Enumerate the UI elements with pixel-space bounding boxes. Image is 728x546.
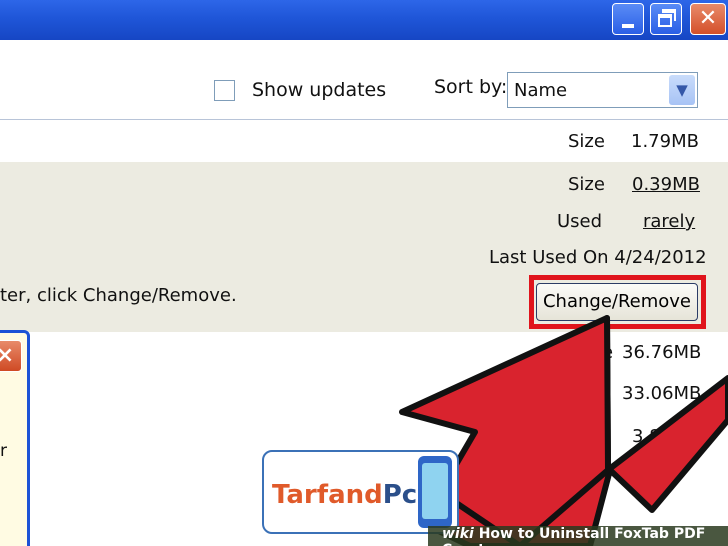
- minimize-icon: [622, 24, 634, 28]
- maximize-button[interactable]: [650, 3, 682, 35]
- selected-size-value[interactable]: 0.39MB: [632, 174, 700, 195]
- logo-text: TarfandPc: [272, 480, 417, 510]
- chevron-down-icon[interactable]: ▼: [669, 75, 695, 105]
- close-icon: ✕: [698, 6, 718, 31]
- caption-title: How to Uninstall FoxTab PDF Creator: [442, 526, 706, 546]
- last-used-text: Last Used On 4/24/2012: [489, 247, 707, 268]
- dialog-text-fragment: r: [0, 441, 7, 461]
- size-label: Size: [568, 131, 605, 152]
- show-updates-label[interactable]: Show updates: [252, 79, 386, 101]
- sort-by-value: Name: [514, 80, 568, 101]
- change-hint-text: ter, click Change/Remove.: [0, 285, 237, 306]
- caption-text: wiki How to Uninstall FoxTab PDF Creator: [442, 526, 728, 546]
- row-size-label-2: ze: [582, 383, 603, 404]
- show-updates-checkbox[interactable]: [214, 80, 235, 101]
- sort-by-label: Sort by:: [434, 76, 508, 98]
- caption-wiki: wiki: [442, 526, 474, 542]
- change-remove-button[interactable]: Change/Remove: [536, 283, 698, 321]
- dialog-close-icon[interactable]: ×: [0, 340, 22, 372]
- close-button[interactable]: ✕: [690, 3, 726, 35]
- sort-by-select[interactable]: Name ▼: [507, 72, 698, 108]
- minimize-button[interactable]: [612, 3, 644, 35]
- row-size-value-3: 3.80MB: [632, 426, 700, 447]
- logo-part-1: Tarfand: [272, 480, 383, 510]
- logo-part-2: Pc: [382, 480, 418, 510]
- row-size-label-3: Size: [568, 426, 605, 447]
- used-value[interactable]: rarely: [643, 211, 695, 232]
- row-size-value-1: 36.76MB: [622, 342, 702, 363]
- row-size-label-1: e: [602, 342, 614, 363]
- row-size-value-2: 33.06MB: [622, 383, 702, 404]
- restore-icon-front: [658, 14, 672, 27]
- program-row[interactable]: [0, 120, 728, 162]
- size-value: 1.79MB: [631, 131, 699, 152]
- phone-icon: [418, 456, 452, 528]
- used-label: Used: [557, 211, 603, 232]
- phone-screen: [422, 463, 448, 519]
- watermark-logo: TarfandPc: [262, 450, 459, 534]
- selected-size-label: Size: [568, 174, 605, 195]
